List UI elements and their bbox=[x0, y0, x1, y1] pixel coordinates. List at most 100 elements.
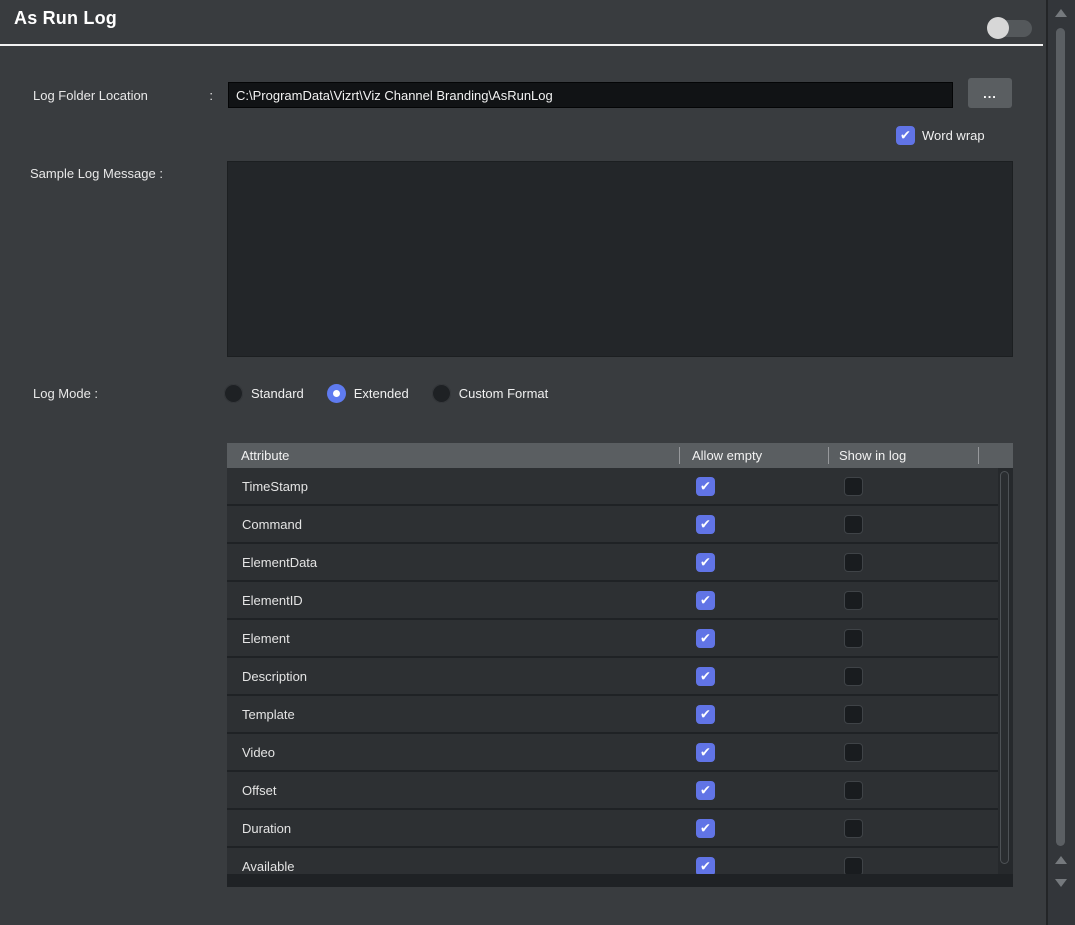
show-in-log-checkbox[interactable]: ✔ bbox=[844, 667, 863, 686]
allow-empty-checkbox[interactable]: ✔ bbox=[696, 819, 715, 838]
check-icon: ✔ bbox=[700, 821, 711, 834]
scroll-up-icon[interactable] bbox=[1055, 856, 1067, 864]
sample-log-message-label: Sample Log Message : bbox=[30, 166, 163, 181]
check-icon: ✔ bbox=[700, 593, 711, 606]
table-row[interactable]: Video ✔ ✔ bbox=[227, 734, 998, 772]
attribute-name: Available bbox=[227, 859, 679, 874]
window-scrollbar-thumb[interactable] bbox=[1056, 28, 1065, 846]
table-row[interactable]: ElementID ✔ ✔ bbox=[227, 582, 998, 620]
table-scrollbar-thumb[interactable] bbox=[1000, 471, 1009, 864]
radio-icon[interactable] bbox=[224, 384, 243, 403]
show-in-log-checkbox[interactable]: ✔ bbox=[844, 857, 863, 875]
word-wrap-checkbox[interactable]: ✔ bbox=[896, 126, 915, 145]
log-folder-path-input[interactable]: C:\ProgramData\Vizrt\Viz Channel Brandin… bbox=[228, 82, 953, 108]
table-row[interactable]: Description✔✔ bbox=[227, 658, 998, 696]
radio-label: Extended bbox=[354, 386, 409, 401]
show-in-log-checkbox-cell: ✔ bbox=[828, 705, 978, 724]
attribute-table-body: TimeStamp✔✔Command✔✔ElementData✔✔Element… bbox=[227, 468, 998, 874]
allow-empty-checkbox-cell: ✔ bbox=[679, 591, 828, 610]
attribute-name: TimeStamp bbox=[227, 479, 679, 494]
radio-icon[interactable] bbox=[432, 384, 451, 403]
allow-empty-checkbox[interactable]: ✔ bbox=[696, 667, 715, 686]
attribute-name: Duration bbox=[227, 821, 679, 836]
allow-empty-checkbox[interactable]: ✔ bbox=[696, 515, 715, 534]
allow-empty-checkbox-cell: ✔ bbox=[679, 857, 828, 875]
show-in-log-checkbox[interactable]: ✔ bbox=[844, 515, 863, 534]
sample-log-message-textarea[interactable] bbox=[227, 161, 1013, 357]
table-scrollbar[interactable] bbox=[998, 468, 1013, 874]
show-in-log-checkbox[interactable]: ✔ bbox=[844, 705, 863, 724]
attribute-name: Element bbox=[227, 631, 679, 646]
show-in-log-checkbox[interactable]: ✔ bbox=[844, 819, 863, 838]
column-header-show-in-log[interactable]: Show in log bbox=[828, 443, 978, 468]
allow-empty-checkbox[interactable]: ✔ bbox=[696, 781, 715, 800]
table-row[interactable]: Available ✔ ✔ bbox=[227, 848, 998, 874]
show-in-log-checkbox-cell: ✔ bbox=[828, 591, 978, 610]
table-row[interactable]: Duration ✔ ✔ bbox=[227, 810, 998, 848]
show-in-log-checkbox-cell: ✔ bbox=[828, 857, 978, 875]
show-in-log-checkbox-cell: ✔ bbox=[828, 629, 978, 648]
title-divider bbox=[0, 44, 1043, 46]
show-in-log-checkbox[interactable]: ✔ bbox=[844, 591, 863, 610]
window-scrollbar[interactable] bbox=[1046, 0, 1075, 925]
check-icon: ✔ bbox=[700, 669, 711, 682]
log-mode-option-extended[interactable]: Extended bbox=[327, 384, 409, 403]
page-title: As Run Log bbox=[14, 8, 117, 29]
attribute-name: ElementData bbox=[227, 555, 679, 570]
show-in-log-checkbox[interactable]: ✔ bbox=[844, 629, 863, 648]
table-bottom-strip bbox=[227, 874, 1013, 887]
scroll-down-icon[interactable] bbox=[1055, 879, 1067, 887]
allow-empty-checkbox[interactable]: ✔ bbox=[696, 743, 715, 762]
log-mode-option-custom-format[interactable]: Custom Format bbox=[432, 384, 549, 403]
allow-empty-checkbox-cell: ✔ bbox=[679, 781, 828, 800]
attribute-name: Command bbox=[227, 517, 679, 532]
attribute-name: ElementID bbox=[227, 593, 679, 608]
check-icon: ✔ bbox=[700, 631, 711, 644]
table-row[interactable]: Element ✔ ✔ bbox=[227, 620, 998, 658]
log-folder-location-text: Log Folder Location bbox=[33, 88, 148, 103]
check-icon: ✔ bbox=[700, 707, 711, 720]
log-folder-location-label: Log Folder Location : bbox=[33, 88, 213, 103]
show-in-log-checkbox[interactable]: ✔ bbox=[844, 743, 863, 762]
table-row[interactable]: Command ✔ ✔ bbox=[227, 506, 998, 544]
radio-label: Standard bbox=[251, 386, 304, 401]
allow-empty-checkbox-cell: ✔ bbox=[679, 743, 828, 762]
check-icon: ✔ bbox=[700, 517, 711, 530]
toggle-knob-icon bbox=[987, 17, 1009, 39]
show-in-log-checkbox-cell: ✔ bbox=[828, 667, 978, 686]
allow-empty-checkbox[interactable]: ✔ bbox=[696, 553, 715, 572]
show-in-log-checkbox[interactable]: ✔ bbox=[844, 553, 863, 572]
table-row[interactable]: TimeStamp ✔ ✔ bbox=[227, 468, 998, 506]
allow-empty-checkbox-cell: ✔ bbox=[679, 515, 828, 534]
check-icon: ✔ bbox=[700, 745, 711, 758]
show-in-log-checkbox-cell: ✔ bbox=[828, 477, 978, 496]
table-row[interactable]: Template ✔ ✔ bbox=[227, 696, 998, 734]
as-run-log-enable-toggle[interactable] bbox=[988, 20, 1032, 37]
show-in-log-checkbox[interactable]: ✔ bbox=[844, 477, 863, 496]
attribute-name: Template bbox=[227, 707, 679, 722]
show-in-log-checkbox[interactable]: ✔ bbox=[844, 781, 863, 800]
table-row[interactable]: Offset✔✔ bbox=[227, 772, 998, 810]
allow-empty-checkbox-cell: ✔ bbox=[679, 477, 828, 496]
check-icon: ✔ bbox=[700, 783, 711, 796]
browse-folder-button[interactable]: ... bbox=[968, 78, 1012, 108]
scroll-up-icon[interactable] bbox=[1055, 9, 1067, 17]
log-mode-radio-group: Standard Extended Custom Format bbox=[224, 383, 561, 403]
log-folder-location-colon: : bbox=[209, 88, 213, 103]
radio-icon[interactable] bbox=[327, 384, 346, 403]
allow-empty-checkbox[interactable]: ✔ bbox=[696, 857, 715, 875]
column-header-allow-empty[interactable]: Allow empty bbox=[679, 443, 828, 468]
table-row[interactable]: ElementData ✔ ✔ bbox=[227, 544, 998, 582]
allow-empty-checkbox[interactable]: ✔ bbox=[696, 477, 715, 496]
allow-empty-checkbox[interactable]: ✔ bbox=[696, 629, 715, 648]
attribute-name: Video bbox=[227, 745, 679, 760]
log-mode-option-standard[interactable]: Standard bbox=[224, 384, 304, 403]
allow-empty-checkbox-cell: ✔ bbox=[679, 553, 828, 572]
allow-empty-checkbox[interactable]: ✔ bbox=[696, 591, 715, 610]
check-icon: ✔ bbox=[700, 555, 711, 568]
column-header-attribute[interactable]: Attribute bbox=[227, 443, 679, 468]
attribute-table: Attribute Allow empty Show in log TimeSt… bbox=[227, 443, 1013, 874]
allow-empty-checkbox[interactable]: ✔ bbox=[696, 705, 715, 724]
check-icon: ✔ bbox=[900, 129, 911, 142]
column-header-spacer bbox=[978, 443, 1013, 468]
